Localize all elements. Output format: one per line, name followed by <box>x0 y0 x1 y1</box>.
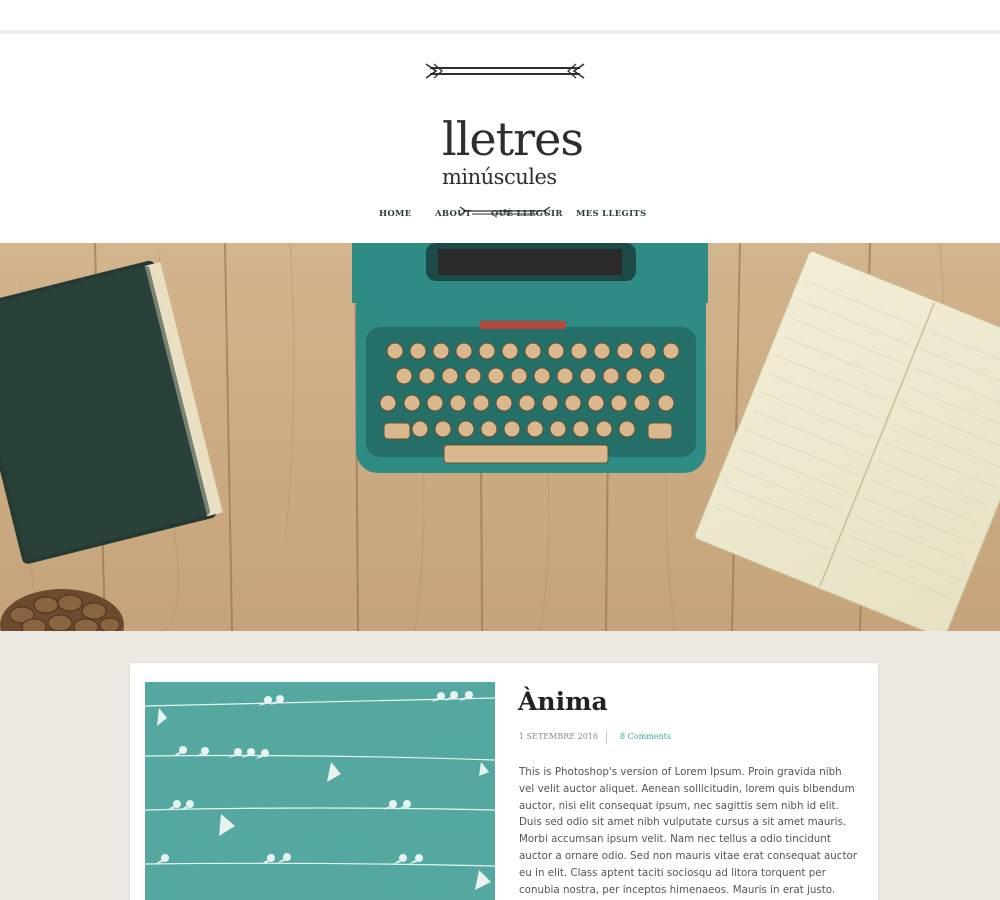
meta-divider <box>606 730 607 744</box>
nav-item-home[interactable]: HOME <box>379 209 412 219</box>
post-thumbnail[interactable] <box>145 682 495 900</box>
site-logo[interactable]: lletres minúscules <box>400 60 610 216</box>
hero-image <box>0 243 1000 631</box>
site-title-line2: minúscules <box>442 165 557 189</box>
site-header: lletres minúscules HOME ABOUT QUÈ LLEGUI… <box>0 34 1000 243</box>
post-list: Ànima 1 SETEMBRE 2016 8 Comments This is… <box>0 631 1000 900</box>
nav-item-mes-llegits[interactable]: MES LLEGITS <box>576 209 646 219</box>
post-date: 1 SETEMBRE 2016 <box>519 732 598 741</box>
post-card: Ànima 1 SETEMBRE 2016 8 Comments This is… <box>130 663 878 900</box>
post-comments-link[interactable]: 8 Comments <box>620 732 671 741</box>
post-title[interactable]: Ànima <box>518 687 608 716</box>
site-title-line1: lletres <box>442 112 584 166</box>
typewriter-desk-illustration <box>0 243 1000 631</box>
post-excerpt: This is Photoshop's version of Lorem Ips… <box>519 766 858 896</box>
nav-item-que-lleguir[interactable]: QUÈ LLEGUIR <box>491 209 563 219</box>
birds-on-wires-icon <box>145 682 495 900</box>
top-bar <box>0 0 1000 34</box>
main-nav: HOME ABOUT QUÈ LLEGUIR MES LLEGITS <box>0 209 1000 229</box>
ornament-top-icon <box>425 63 585 79</box>
nav-item-about[interactable]: ABOUT <box>435 209 472 219</box>
